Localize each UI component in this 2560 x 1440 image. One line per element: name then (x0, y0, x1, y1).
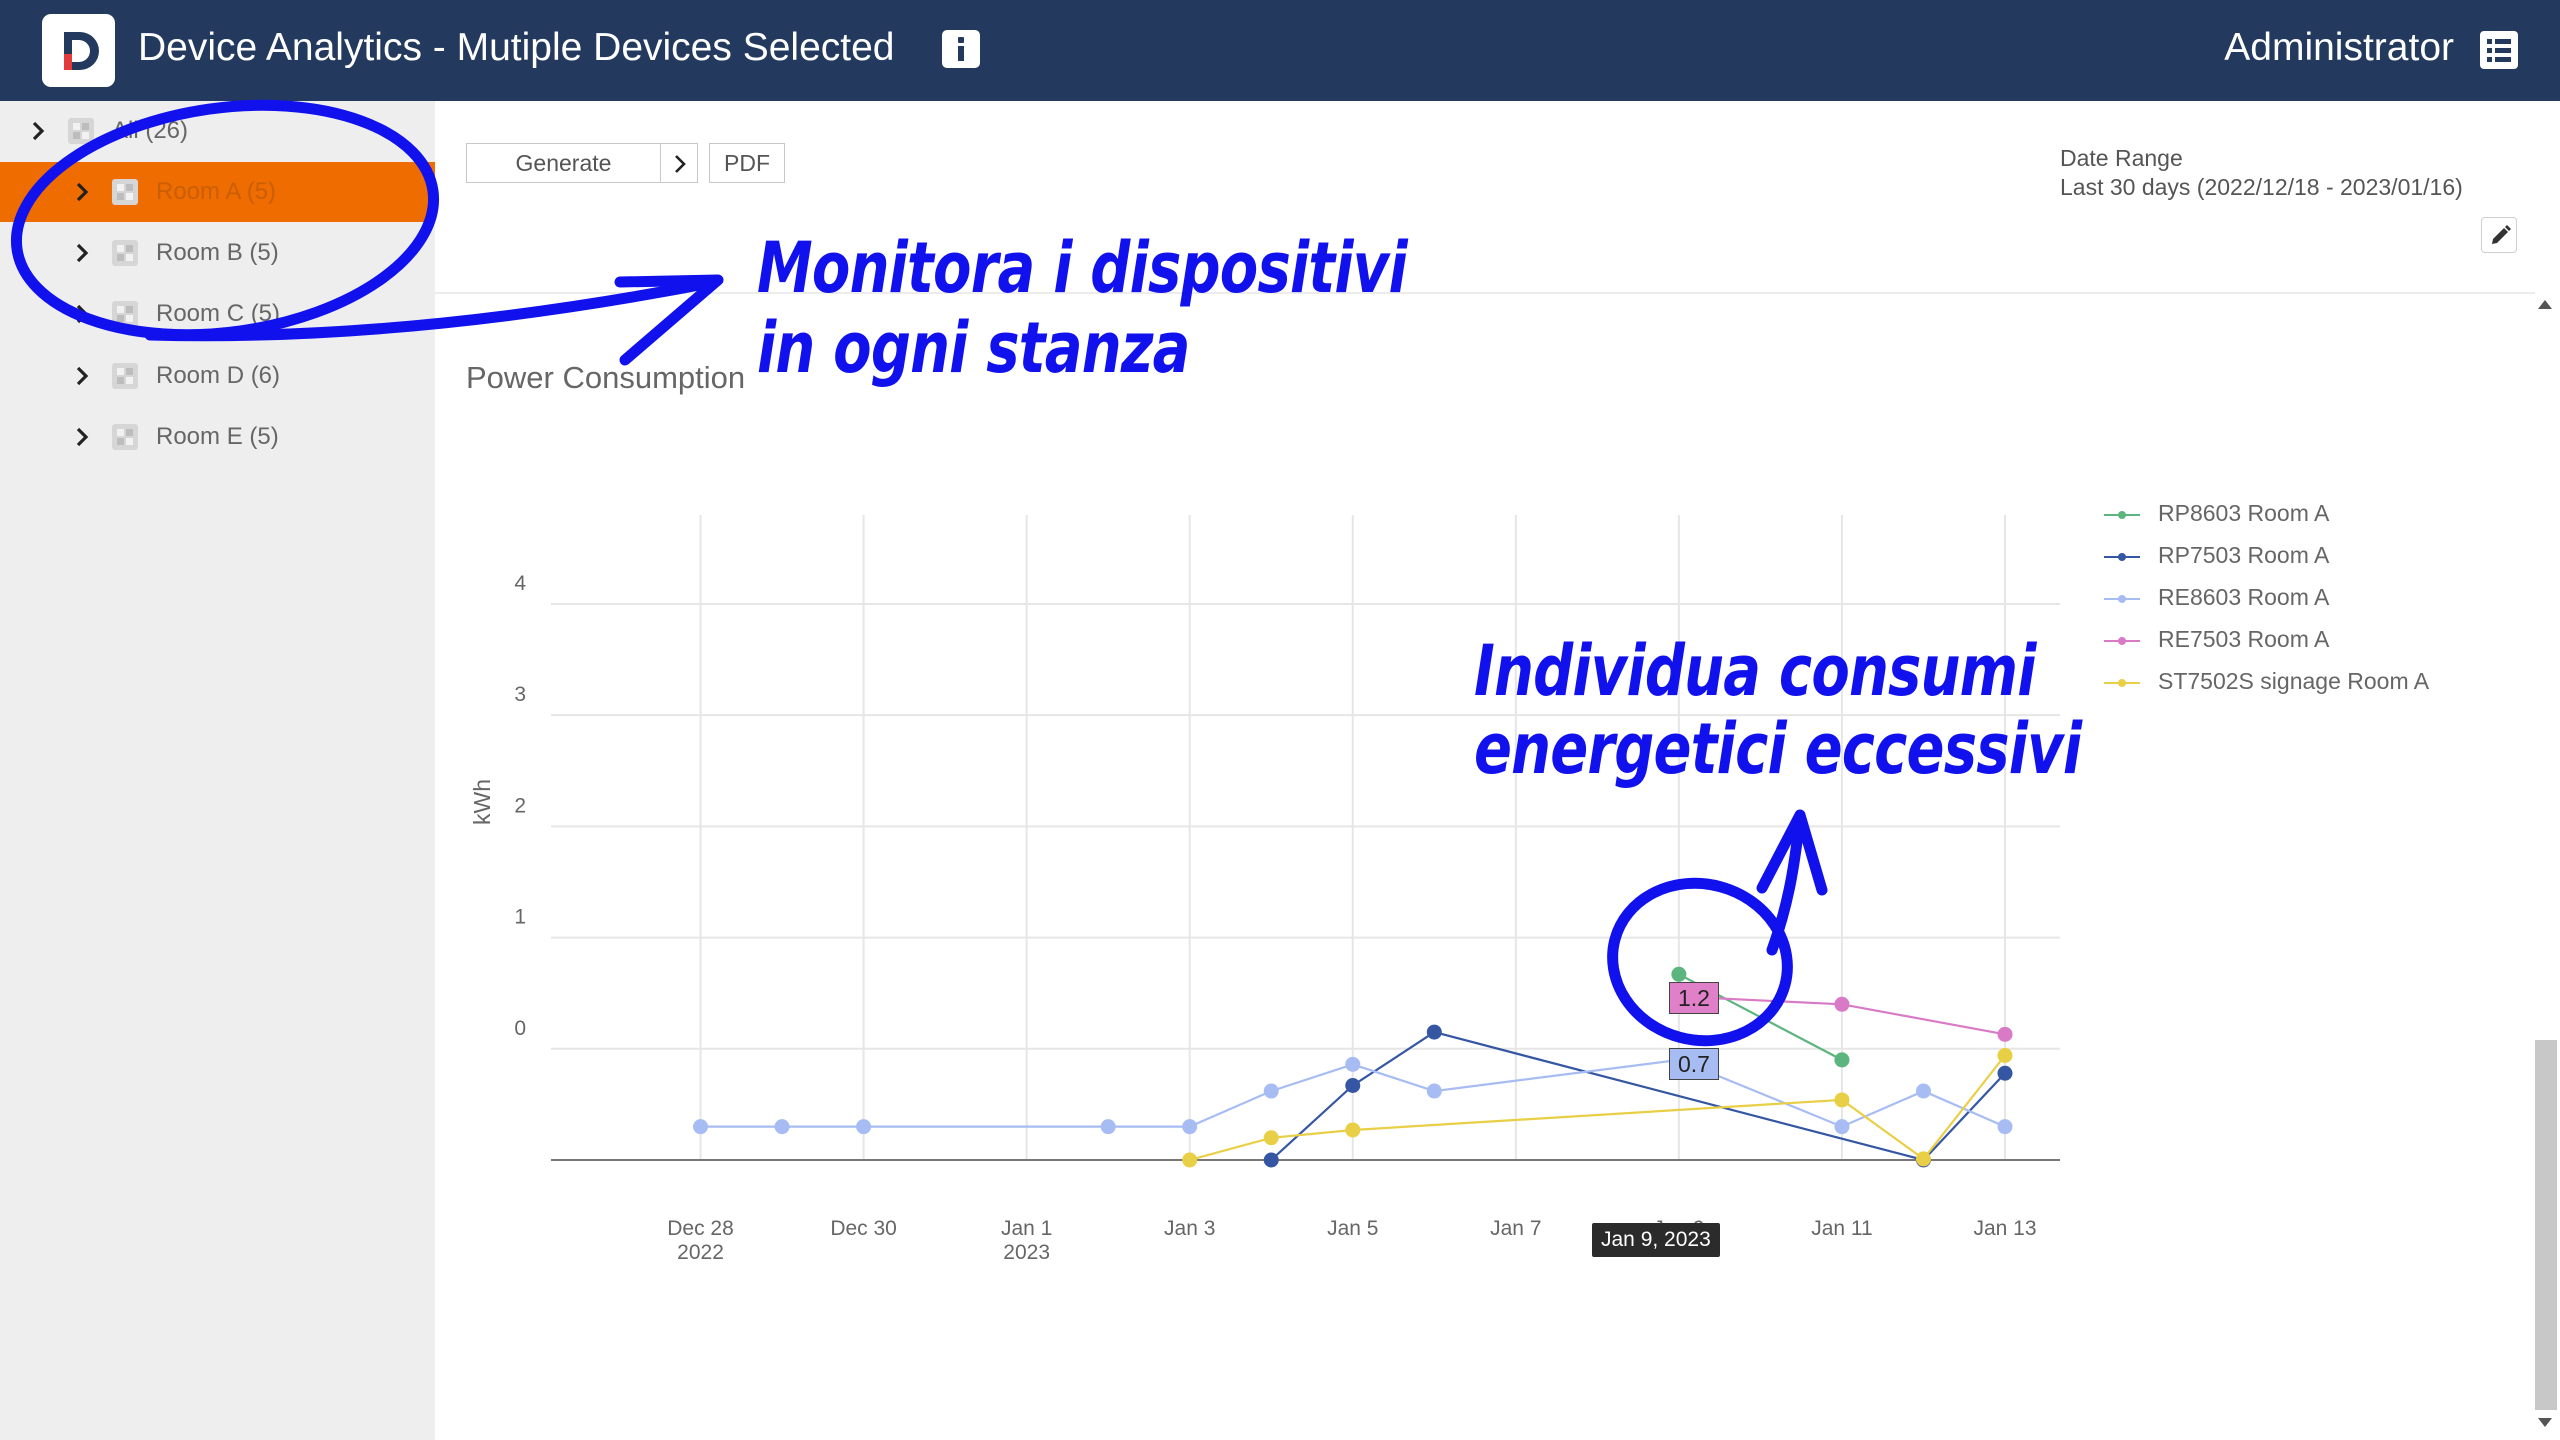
annotation-energy-note: Individua consumi energetici eccessivi (1474, 630, 2082, 790)
annotation-circle-sidebar (10, 99, 440, 341)
annotation-drawings (10, 99, 1828, 1047)
annotation-line: in ogni stanza (757, 307, 1190, 389)
annotation-devices-note: Monitora i dispositivi in ogni stanza (757, 227, 1408, 389)
annotation-circle-chart (1607, 877, 1793, 1047)
annotation-line: Individua consumi (1474, 630, 2036, 712)
annotation-line: Monitora i dispositivi (757, 227, 1408, 309)
annotation-line: energetici eccessivi (1474, 708, 2082, 790)
